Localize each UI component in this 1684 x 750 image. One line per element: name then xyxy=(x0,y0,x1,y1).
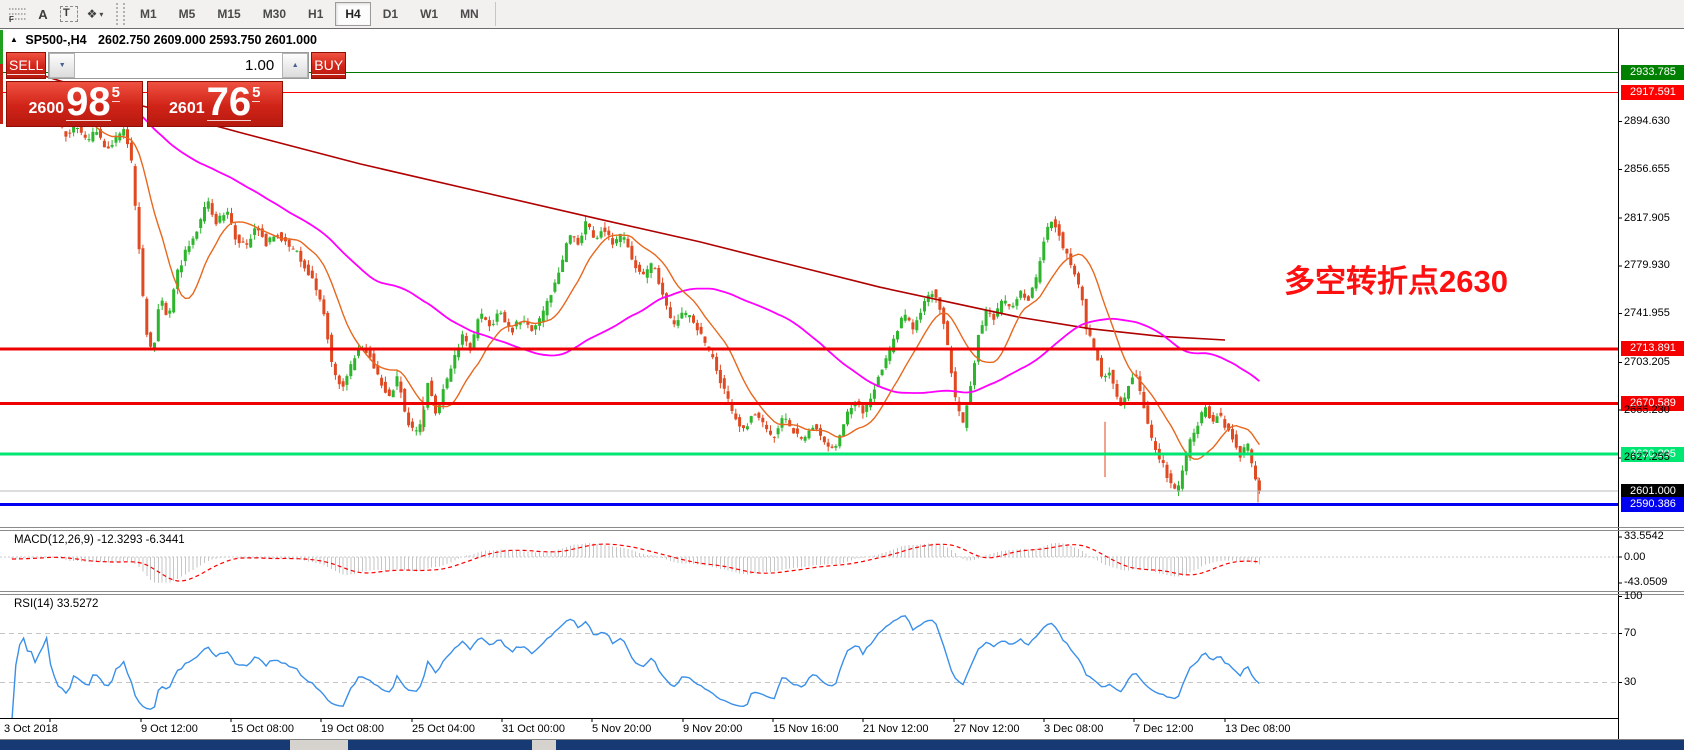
toolbar: F A T ❖▾ M1M5M15M30H1H4D1W1MN xyxy=(0,0,1684,29)
volume-input[interactable] xyxy=(75,53,282,78)
macd-label: MACD(12,26,9) -12.3293 -6.3441 xyxy=(14,534,185,546)
text-tool-button[interactable]: A xyxy=(31,3,55,25)
chart-header: ▲ SP500-,H4 2602.750 2609.000 2593.750 2… xyxy=(10,33,317,47)
buy-price-handle: 2601 xyxy=(169,100,205,118)
toolbar-drag-handle[interactable] xyxy=(116,3,125,25)
timeframe-button-d1[interactable]: D1 xyxy=(373,2,408,26)
svg-text:F: F xyxy=(9,15,14,22)
sell-button-label: SELL xyxy=(7,57,45,75)
sell-price-handle: 2600 xyxy=(29,100,65,118)
toolbar-separator xyxy=(495,2,496,26)
window-edge-green xyxy=(0,30,3,64)
rsi-label: RSI(14) 33.5272 xyxy=(14,598,98,610)
buy-price-point: 5 xyxy=(252,84,260,102)
sell-button[interactable]: SELL xyxy=(6,52,46,79)
sell-price-point: 5 xyxy=(112,84,120,102)
bottom-bar-gap xyxy=(290,740,348,750)
collapse-triangle-icon[interactable]: ▲ xyxy=(10,35,18,44)
sell-price-pips: 98 xyxy=(66,84,111,121)
label-tool-button[interactable]: T xyxy=(57,3,81,25)
sell-price-box[interactable]: 2600 98 5 xyxy=(6,81,143,127)
buy-price-pips: 76 xyxy=(207,84,252,121)
text-tool-icon: A xyxy=(38,7,47,22)
buy-button[interactable]: BUY xyxy=(311,52,346,79)
ohlc-values: 2602.750 2609.000 2593.750 2601.000 xyxy=(98,33,317,47)
timeframe-button-m1[interactable]: M1 xyxy=(130,2,167,26)
one-click-trade-panel: SELL ▼ ▲ BUY 2600 98 5 2601 76 5 xyxy=(6,52,283,127)
window-edge-red xyxy=(0,64,3,124)
chart-annotation: 多空转折点2630 xyxy=(1284,256,1508,301)
volume-decrease-button[interactable]: ▼ xyxy=(49,53,75,78)
label-tool-icon: T xyxy=(60,6,78,22)
mt4-application: { "toolbar": { "tools": [ {"name": "fibo… xyxy=(0,0,1684,750)
bottom-bar xyxy=(0,740,1684,750)
bottom-bar-gap xyxy=(532,740,556,750)
volume-control: ▼ ▲ xyxy=(48,52,309,79)
timeframe-button-mn[interactable]: MN xyxy=(450,2,489,26)
fibonacci-icon[interactable]: F xyxy=(5,3,29,25)
buy-price-box[interactable]: 2601 76 5 xyxy=(147,81,284,127)
shapes-icon: ❖ xyxy=(87,7,98,21)
fibonacci-icon-glyph: F xyxy=(8,7,27,22)
timeframe-button-h1[interactable]: H1 xyxy=(298,2,333,26)
timeframe-button-m15[interactable]: M15 xyxy=(207,2,250,26)
timeframe-group: M1M5M15M30H1H4D1W1MN xyxy=(129,2,490,26)
chevron-down-icon: ▾ xyxy=(99,10,103,19)
symbol-period-label: SP500-,H4 xyxy=(25,33,86,47)
timeframe-button-m5[interactable]: M5 xyxy=(169,2,206,26)
buy-button-label: BUY xyxy=(312,57,345,75)
timeframe-button-m30[interactable]: M30 xyxy=(253,2,296,26)
volume-increase-button[interactable]: ▲ xyxy=(282,53,308,78)
shapes-tool-button[interactable]: ❖▾ xyxy=(83,3,107,25)
timeframe-button-w1[interactable]: W1 xyxy=(410,2,448,26)
timeframe-button-h4[interactable]: H4 xyxy=(335,2,370,26)
